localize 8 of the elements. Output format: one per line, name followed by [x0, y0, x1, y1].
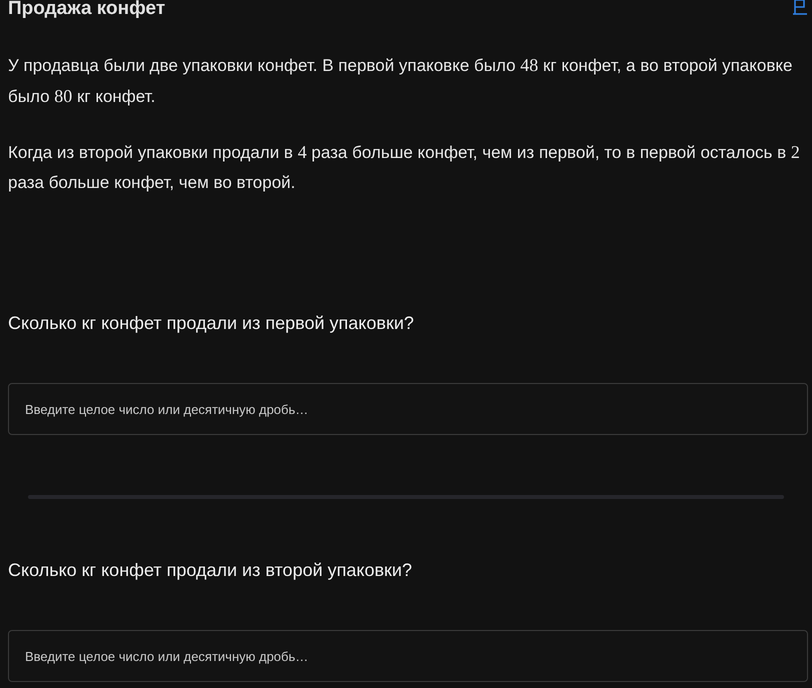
- task-title: Продажа конфет: [8, 0, 166, 21]
- question-text: Сколько кг конфет продали из первой упаковки?: [8, 312, 415, 335]
- answer-field[interactable]: Введите целое число или десятичную дробь…: [8, 383, 808, 435]
- problem-paragraph: Когда из второй упаковки продали в 4 раза больше конфет, чем из первой, то в первой осталось в 2 раза больше конфет, чем во второй.: [8, 141, 800, 194]
- answer-field[interactable]: Введите целое число или десятичную дробь…: [8, 630, 808, 682]
- flag-icon[interactable]: [792, 0, 808, 16]
- problem-paragraph: У продавца были две упаковки конфет. В первой упаковке было 48 кг конфет, а во второй упаковке было 80 кг конфет.: [8, 54, 794, 108]
- question-text: Сколько кг конфет продали из второй упаковки?: [8, 559, 413, 582]
